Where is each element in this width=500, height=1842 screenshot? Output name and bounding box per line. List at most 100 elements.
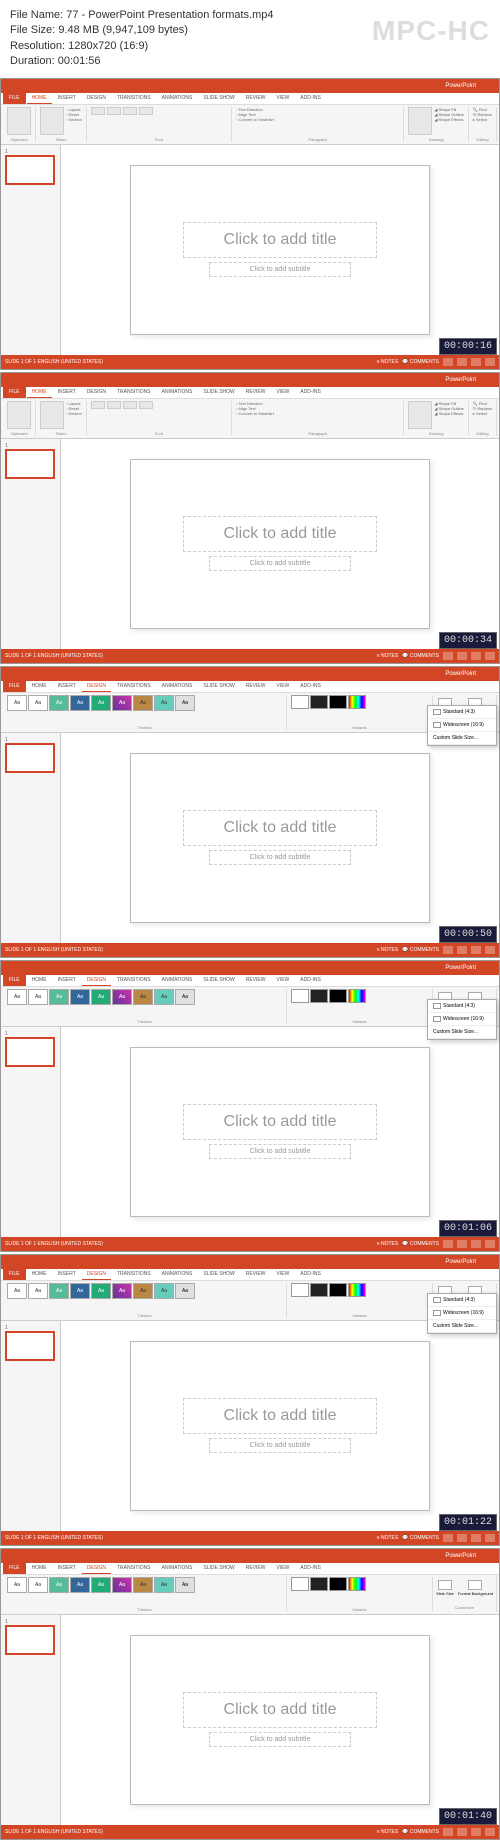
variant-option[interactable] bbox=[329, 989, 347, 1003]
view-reading-icon[interactable] bbox=[471, 652, 481, 660]
notes-button[interactable]: ≡ NOTES bbox=[377, 1535, 399, 1541]
slide-thumbnail[interactable] bbox=[5, 449, 55, 479]
dropdown-standard[interactable]: Standard (4:3) bbox=[428, 706, 496, 719]
variant-option[interactable] bbox=[329, 695, 347, 709]
view-sorter-icon[interactable] bbox=[457, 1240, 467, 1248]
tab-addins[interactable]: ADD-INS bbox=[295, 387, 326, 398]
variant-option[interactable] bbox=[310, 695, 328, 709]
slide-thumbnail[interactable] bbox=[5, 1625, 55, 1655]
tab-home[interactable]: HOME bbox=[27, 681, 52, 692]
tab-animations[interactable]: ANIMATIONS bbox=[157, 975, 198, 986]
notes-button[interactable]: ≡ NOTES bbox=[377, 653, 399, 659]
variant-option[interactable] bbox=[329, 1577, 347, 1591]
variant-option[interactable] bbox=[310, 989, 328, 1003]
tab-home[interactable]: HOME bbox=[27, 387, 52, 398]
tab-review[interactable]: REVIEW bbox=[241, 1563, 271, 1574]
theme-option[interactable]: Aa bbox=[133, 1577, 153, 1593]
theme-option[interactable]: Aa bbox=[112, 1283, 132, 1299]
view-slideshow-icon[interactable] bbox=[485, 1240, 495, 1248]
title-placeholder[interactable]: Click to add title bbox=[183, 1398, 378, 1434]
notes-button[interactable]: ≡ NOTES bbox=[377, 947, 399, 953]
view-reading-icon[interactable] bbox=[471, 1828, 481, 1836]
slide-panel[interactable]: 1 bbox=[1, 145, 61, 355]
variant-option[interactable] bbox=[310, 1283, 328, 1297]
shapes-btn[interactable] bbox=[408, 401, 432, 429]
tab-home[interactable]: HOME bbox=[27, 975, 52, 986]
view-slideshow-icon[interactable] bbox=[485, 358, 495, 366]
subtitle-placeholder[interactable]: Click to add subtitle bbox=[209, 1144, 352, 1159]
tab-home[interactable]: HOME bbox=[27, 1563, 52, 1574]
tab-animations[interactable]: ANIMATIONS bbox=[157, 681, 198, 692]
view-reading-icon[interactable] bbox=[471, 1534, 481, 1542]
title-placeholder[interactable]: Click to add title bbox=[183, 810, 378, 846]
variant-option[interactable] bbox=[329, 1283, 347, 1297]
tab-file[interactable]: FILE bbox=[3, 975, 26, 986]
paste-button[interactable] bbox=[7, 107, 31, 135]
tab-review[interactable]: REVIEW bbox=[241, 681, 271, 692]
tab-review[interactable]: REVIEW bbox=[241, 1269, 271, 1280]
theme-option[interactable]: Aa bbox=[154, 695, 174, 711]
title-placeholder[interactable]: Click to add title bbox=[183, 222, 378, 258]
theme-option[interactable]: Aa bbox=[91, 695, 111, 711]
view-normal-icon[interactable] bbox=[443, 652, 453, 660]
variant-option[interactable] bbox=[348, 1283, 366, 1297]
tab-transitions[interactable]: TRANSITIONS bbox=[112, 975, 156, 986]
comments-button[interactable]: 💬 COMMENTS bbox=[402, 1829, 439, 1835]
theme-option[interactable]: Aa bbox=[49, 1283, 69, 1299]
tab-review[interactable]: REVIEW bbox=[241, 387, 271, 398]
comments-button[interactable]: 💬 COMMENTS bbox=[402, 1535, 439, 1541]
theme-option[interactable]: Aa bbox=[28, 1577, 48, 1593]
tab-transitions[interactable]: TRANSITIONS bbox=[112, 93, 156, 104]
tab-file[interactable]: FILE bbox=[3, 681, 26, 692]
theme-option[interactable]: Aa bbox=[28, 695, 48, 711]
tab-review[interactable]: REVIEW bbox=[241, 975, 271, 986]
theme-option[interactable]: Aa bbox=[133, 989, 153, 1005]
theme-option[interactable]: Aa bbox=[49, 695, 69, 711]
view-sorter-icon[interactable] bbox=[457, 946, 467, 954]
tab-addins[interactable]: ADD-INS bbox=[295, 975, 326, 986]
tab-slideshow[interactable]: SLIDE SHOW bbox=[198, 1563, 239, 1574]
variant-option[interactable] bbox=[291, 1577, 309, 1591]
slide-panel[interactable]: 1 bbox=[1, 733, 61, 943]
theme-option[interactable]: Aa bbox=[91, 1283, 111, 1299]
dropdown-widescreen[interactable]: Widescreen (16:9) bbox=[428, 1013, 496, 1026]
view-slideshow-icon[interactable] bbox=[485, 1534, 495, 1542]
variant-option[interactable] bbox=[291, 695, 309, 709]
tab-view[interactable]: VIEW bbox=[272, 1269, 295, 1280]
tab-insert[interactable]: INSERT bbox=[53, 387, 81, 398]
tab-transitions[interactable]: TRANSITIONS bbox=[112, 1563, 156, 1574]
slide-panel[interactable]: 1 bbox=[1, 1027, 61, 1237]
tab-design[interactable]: DESIGN bbox=[82, 681, 111, 692]
view-sorter-icon[interactable] bbox=[457, 652, 467, 660]
variant-option[interactable] bbox=[291, 989, 309, 1003]
slide-canvas[interactable]: Click to add title Click to add subtitle bbox=[61, 1321, 499, 1531]
slide-canvas[interactable]: Click to add title Click to add subtitle bbox=[61, 733, 499, 943]
tab-file[interactable]: FILE bbox=[3, 1269, 26, 1280]
theme-option[interactable]: Aa bbox=[112, 695, 132, 711]
view-slideshow-icon[interactable] bbox=[485, 652, 495, 660]
theme-option[interactable]: Aa bbox=[49, 1577, 69, 1593]
variant-option[interactable] bbox=[348, 695, 366, 709]
view-reading-icon[interactable] bbox=[471, 1240, 481, 1248]
view-slideshow-icon[interactable] bbox=[485, 1828, 495, 1836]
dropdown-standard[interactable]: Standard (4:3) bbox=[428, 1294, 496, 1307]
view-slideshow-icon[interactable] bbox=[485, 946, 495, 954]
tab-design[interactable]: DESIGN bbox=[82, 975, 111, 986]
tab-review[interactable]: REVIEW bbox=[241, 93, 271, 104]
theme-option[interactable]: Aa bbox=[112, 1577, 132, 1593]
tab-file[interactable]: FILE bbox=[3, 93, 26, 104]
tab-slideshow[interactable]: SLIDE SHOW bbox=[198, 93, 239, 104]
tab-view[interactable]: VIEW bbox=[272, 681, 295, 692]
shapes-btn[interactable] bbox=[408, 107, 432, 135]
tab-slideshow[interactable]: SLIDE SHOW bbox=[198, 387, 239, 398]
tab-insert[interactable]: INSERT bbox=[53, 681, 81, 692]
tab-animations[interactable]: ANIMATIONS bbox=[157, 1269, 198, 1280]
slide-canvas[interactable]: Click to add title Click to add subtitle bbox=[61, 1027, 499, 1237]
font-btn[interactable] bbox=[91, 107, 105, 115]
view-sorter-icon[interactable] bbox=[457, 358, 467, 366]
comments-button[interactable]: 💬 COMMENTS bbox=[402, 653, 439, 659]
slide-panel[interactable]: 1 bbox=[1, 1615, 61, 1825]
notes-button[interactable]: ≡ NOTES bbox=[377, 1241, 399, 1247]
dropdown-standard[interactable]: Standard (4:3) bbox=[428, 1000, 496, 1013]
subtitle-placeholder[interactable]: Click to add subtitle bbox=[209, 1732, 352, 1747]
